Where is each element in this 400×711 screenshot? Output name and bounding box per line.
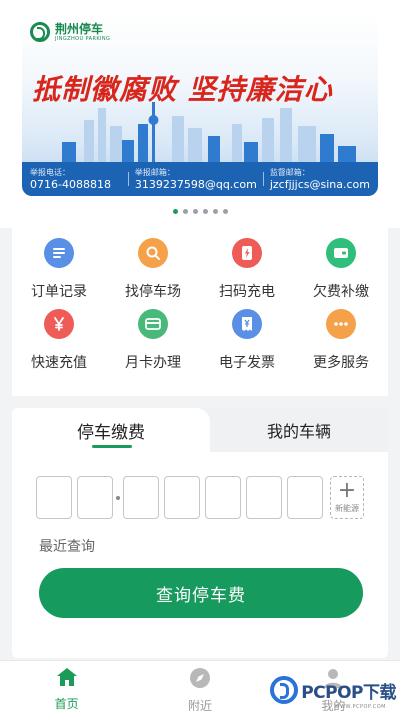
menu-item-more-services[interactable]: 更多服务 — [294, 309, 388, 372]
new-energy-plate-button[interactable]: + 新能源 — [330, 476, 364, 519]
tab-my-vehicles[interactable]: 我的车辆 — [210, 408, 388, 452]
menu-item-monthly-card[interactable]: 月卡办理 — [106, 309, 200, 372]
supervise-email-label: 监督邮箱： — [269, 167, 310, 177]
tab-active-indicator — [92, 445, 132, 448]
logo-title: 荆州停车 — [55, 21, 104, 36]
tab-label: 停车缴费 — [77, 422, 145, 443]
charge-icon — [232, 238, 262, 268]
tab-label: 我的车辆 — [266, 422, 331, 441]
menu-item-invoice[interactable]: 电子发票 — [200, 309, 294, 372]
watermark-subtext: WWW.PCPOP.COM — [334, 704, 386, 710]
new-energy-label: 新能源 — [335, 504, 359, 513]
report-info-bar: 举报电话： 0716-4088818 举报邮箱： 3139237598@qq.c… — [22, 162, 378, 196]
report-email-label: 举报邮箱： — [134, 167, 175, 177]
yen-icon — [44, 309, 74, 339]
plate-char-input[interactable] — [77, 476, 113, 519]
menu-label: 找停车场 — [125, 284, 181, 300]
plate-char-input[interactable] — [164, 476, 200, 519]
plate-char-input[interactable] — [123, 476, 159, 519]
plus-icon: + — [337, 478, 357, 503]
home-icon — [56, 667, 78, 691]
menu-item-arrears[interactable]: 欠费补缴 — [294, 238, 388, 301]
banner-slogan: 抵制徽腐败 坚持廉洁心 — [32, 73, 333, 106]
report-email: 3139237598@qq.com — [134, 177, 257, 191]
query-button-label: 查询停车费 — [156, 585, 246, 606]
menu-item-orders[interactable]: 订单记录 — [12, 238, 106, 301]
report-phone: 0716-4088818 — [30, 177, 111, 191]
list-icon — [44, 238, 74, 268]
payment-tabs: 停车缴费 我的车辆 — [12, 408, 388, 452]
carousel-indicator — [0, 209, 400, 214]
nav-label: 首页 — [54, 697, 79, 711]
plate-char-input[interactable] — [287, 476, 323, 519]
tab-parking-payment[interactable]: 停车缴费 — [12, 408, 210, 452]
logo: 荆州停车 JINGZHOU PARKING — [30, 22, 110, 42]
banner-carousel[interactable]: 荆州停车 JINGZHOU PARKING 举报电话： 0716-4088818… — [22, 12, 378, 196]
carousel-dot[interactable] — [182, 209, 188, 214]
menu-item-find-parking[interactable]: 找停车场 — [106, 238, 200, 301]
menu-label: 电子发票 — [219, 355, 275, 371]
carousel-dot[interactable] — [212, 209, 218, 214]
search-icon — [138, 238, 168, 268]
nav-label: 附近 — [187, 699, 212, 711]
logo-mark-icon — [30, 22, 50, 42]
banner-section: 荆州停车 JINGZHOU PARKING 举报电话： 0716-4088818… — [0, 0, 400, 228]
divider — [127, 172, 129, 186]
parking-payment-card: 停车缴费 我的车辆 + 新能源 最近查询 查询停车费 — [12, 408, 388, 658]
plate-separator-dot — [116, 495, 120, 500]
query-parking-fee-button[interactable]: 查询停车费 — [39, 568, 363, 618]
more-icon — [326, 309, 356, 339]
plate-number-input: + 新能源 — [36, 476, 364, 519]
menu-item-scan-charge[interactable]: 扫码充电 — [200, 238, 294, 301]
carousel-dot[interactable] — [192, 209, 198, 214]
compass-icon — [189, 667, 211, 693]
report-phone-label: 举报电话： — [30, 167, 70, 177]
wallet-icon — [326, 238, 356, 268]
nav-nearby[interactable]: 附近 — [133, 661, 266, 711]
watermark-text: PCPOP下载 — [301, 682, 396, 703]
menu-item-recharge[interactable]: 快速充值 — [12, 309, 106, 372]
carousel-dot[interactable] — [202, 209, 208, 214]
menu-label: 更多服务 — [313, 355, 369, 371]
plate-char-input[interactable] — [205, 476, 241, 519]
recent-query-link[interactable]: 最近查询 — [39, 536, 95, 556]
supervise-email: jzcfjjjcs@sina.com — [269, 177, 370, 191]
plate-char-input[interactable] — [36, 476, 72, 519]
carousel-dot[interactable] — [222, 209, 228, 214]
card-icon — [138, 309, 168, 339]
menu-label: 月卡办理 — [125, 355, 181, 371]
plate-char-input[interactable] — [246, 476, 282, 519]
menu-label: 订单记录 — [31, 284, 87, 300]
service-menu: 订单记录 找停车场 扫码充电 欠费补缴 快速充值 月卡办理 电子发票 更多服务 — [12, 228, 388, 396]
menu-label: 快速充值 — [31, 355, 87, 371]
watermark: PCPOP下载 — [270, 676, 396, 704]
logo-subtitle: JINGZHOU PARKING — [55, 35, 111, 42]
divider — [262, 172, 264, 186]
invoice-icon — [232, 309, 262, 339]
watermark-logo-icon — [270, 676, 299, 704]
nav-home[interactable]: 首页 — [0, 661, 133, 711]
menu-label: 扫码充电 — [219, 284, 275, 300]
menu-label: 欠费补缴 — [313, 284, 369, 300]
carousel-dot[interactable] — [172, 209, 178, 214]
